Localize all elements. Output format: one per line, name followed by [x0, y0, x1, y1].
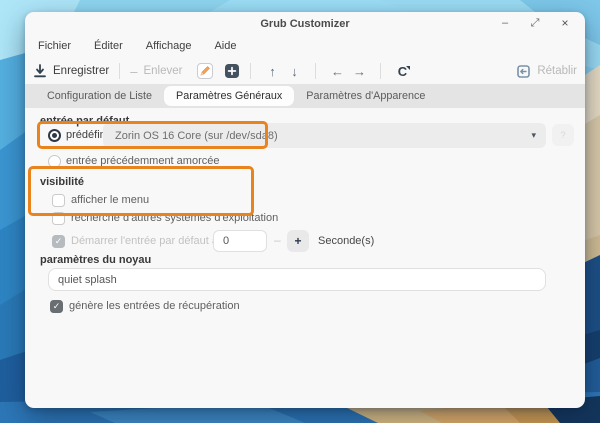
- timeout-row: ✓ Démarrer l'entrée par défaut après: [52, 230, 239, 252]
- predefined-radio[interactable]: [48, 129, 61, 142]
- edit-entry-icon[interactable]: [196, 62, 214, 80]
- tab-parametres-generaux[interactable]: Paramètres Généraux: [164, 86, 294, 106]
- move-up-button-icon[interactable]: ↑: [261, 64, 283, 79]
- grub-customizer-window: Grub Customizer – ⤢ × Fichier Éditer Aff…: [25, 12, 585, 408]
- minimize-button-icon[interactable]: –: [497, 15, 513, 31]
- move-down-button-icon[interactable]: ↓: [283, 64, 305, 79]
- menu-aide[interactable]: Aide: [211, 38, 239, 54]
- tab-parametres-apparence[interactable]: Paramètres d'Apparence: [294, 86, 437, 106]
- titlebar[interactable]: Grub Customizer – ⤢ ×: [25, 12, 585, 36]
- os-prober-label: recherche d'autres systèmes d'exploitati…: [71, 212, 278, 224]
- save-label: Enregistrer: [53, 65, 109, 77]
- timeout-plus-button[interactable]: +: [287, 230, 309, 252]
- show-menu-row: afficher le menu: [52, 192, 149, 208]
- toolbar: Enregistrer – Enlever: [33, 57, 577, 85]
- previously-booted-radio-row: entrée précédemment amorcée: [48, 152, 219, 170]
- tab-configuration-de-liste[interactable]: Configuration de Liste: [35, 86, 164, 106]
- menubar: Fichier Éditer Affichage Aide: [35, 36, 239, 56]
- toolbar-separator: [315, 63, 316, 79]
- minus-icon: –: [130, 64, 137, 79]
- default-entry-dropdown-value: Zorin OS 16 Core (sur /dev/sda8): [103, 130, 531, 142]
- move-left-button-icon[interactable]: ←: [326, 64, 348, 79]
- menu-editer[interactable]: Éditer: [91, 38, 126, 54]
- timeout-unit-label: Seconde(s): [318, 235, 374, 247]
- toolbar-separator: [380, 63, 381, 79]
- remove-button[interactable]: – Enlever: [130, 64, 182, 79]
- timeout-checkbox[interactable]: ✓: [52, 235, 65, 248]
- menu-fichier[interactable]: Fichier: [35, 38, 74, 54]
- recovery-row: ✓ génère les entrées de récupération: [50, 298, 240, 314]
- kernel-params-heading: paramètres du noyau: [40, 254, 151, 266]
- toolbar-separator: [119, 63, 120, 79]
- timeout-minus-button[interactable]: –: [274, 233, 281, 247]
- close-button-icon[interactable]: ×: [557, 15, 573, 31]
- restore-icon: [516, 64, 531, 79]
- reload-button-icon[interactable]: C: [391, 64, 413, 79]
- save-icon: [33, 64, 47, 78]
- maximize-button-icon[interactable]: ⤢: [527, 15, 543, 31]
- recovery-label: génère les entrées de récupération: [69, 300, 240, 312]
- desktop: Grub Customizer – ⤢ × Fichier Éditer Aff…: [0, 0, 600, 423]
- timeout-input[interactable]: [213, 230, 267, 252]
- tab-bar: Configuration de Liste Paramètres Généra…: [25, 84, 585, 108]
- add-entry-icon[interactable]: [224, 63, 240, 79]
- default-entry-dropdown[interactable]: Zorin OS 16 Core (sur /dev/sda8) ▾: [103, 123, 546, 148]
- restore-button[interactable]: Rétablir: [516, 64, 577, 79]
- default-entry-aux-button[interactable]: ?: [552, 124, 574, 146]
- kernel-params-input[interactable]: [48, 268, 546, 291]
- remove-label: Enlever: [143, 65, 182, 77]
- restore-label: Rétablir: [537, 65, 577, 77]
- save-button[interactable]: Enregistrer: [33, 64, 109, 78]
- toolbar-separator: [250, 63, 251, 79]
- general-settings-panel: entrée par défaut prédéfini : Zorin OS 1…: [25, 108, 585, 408]
- show-menu-checkbox[interactable]: [52, 194, 65, 207]
- chevron-down-icon: ▾: [531, 130, 546, 141]
- previously-booted-radio[interactable]: [48, 155, 61, 168]
- menu-affichage[interactable]: Affichage: [143, 38, 195, 54]
- os-prober-checkbox[interactable]: [52, 212, 65, 225]
- show-menu-label: afficher le menu: [71, 194, 149, 206]
- os-prober-row: recherche d'autres systèmes d'exploitati…: [52, 210, 278, 226]
- move-right-button-icon[interactable]: →: [348, 64, 370, 79]
- previously-booted-label: entrée précédemment amorcée: [66, 155, 219, 167]
- recovery-checkbox[interactable]: ✓: [50, 300, 63, 313]
- visibility-heading: visibilité: [40, 176, 84, 188]
